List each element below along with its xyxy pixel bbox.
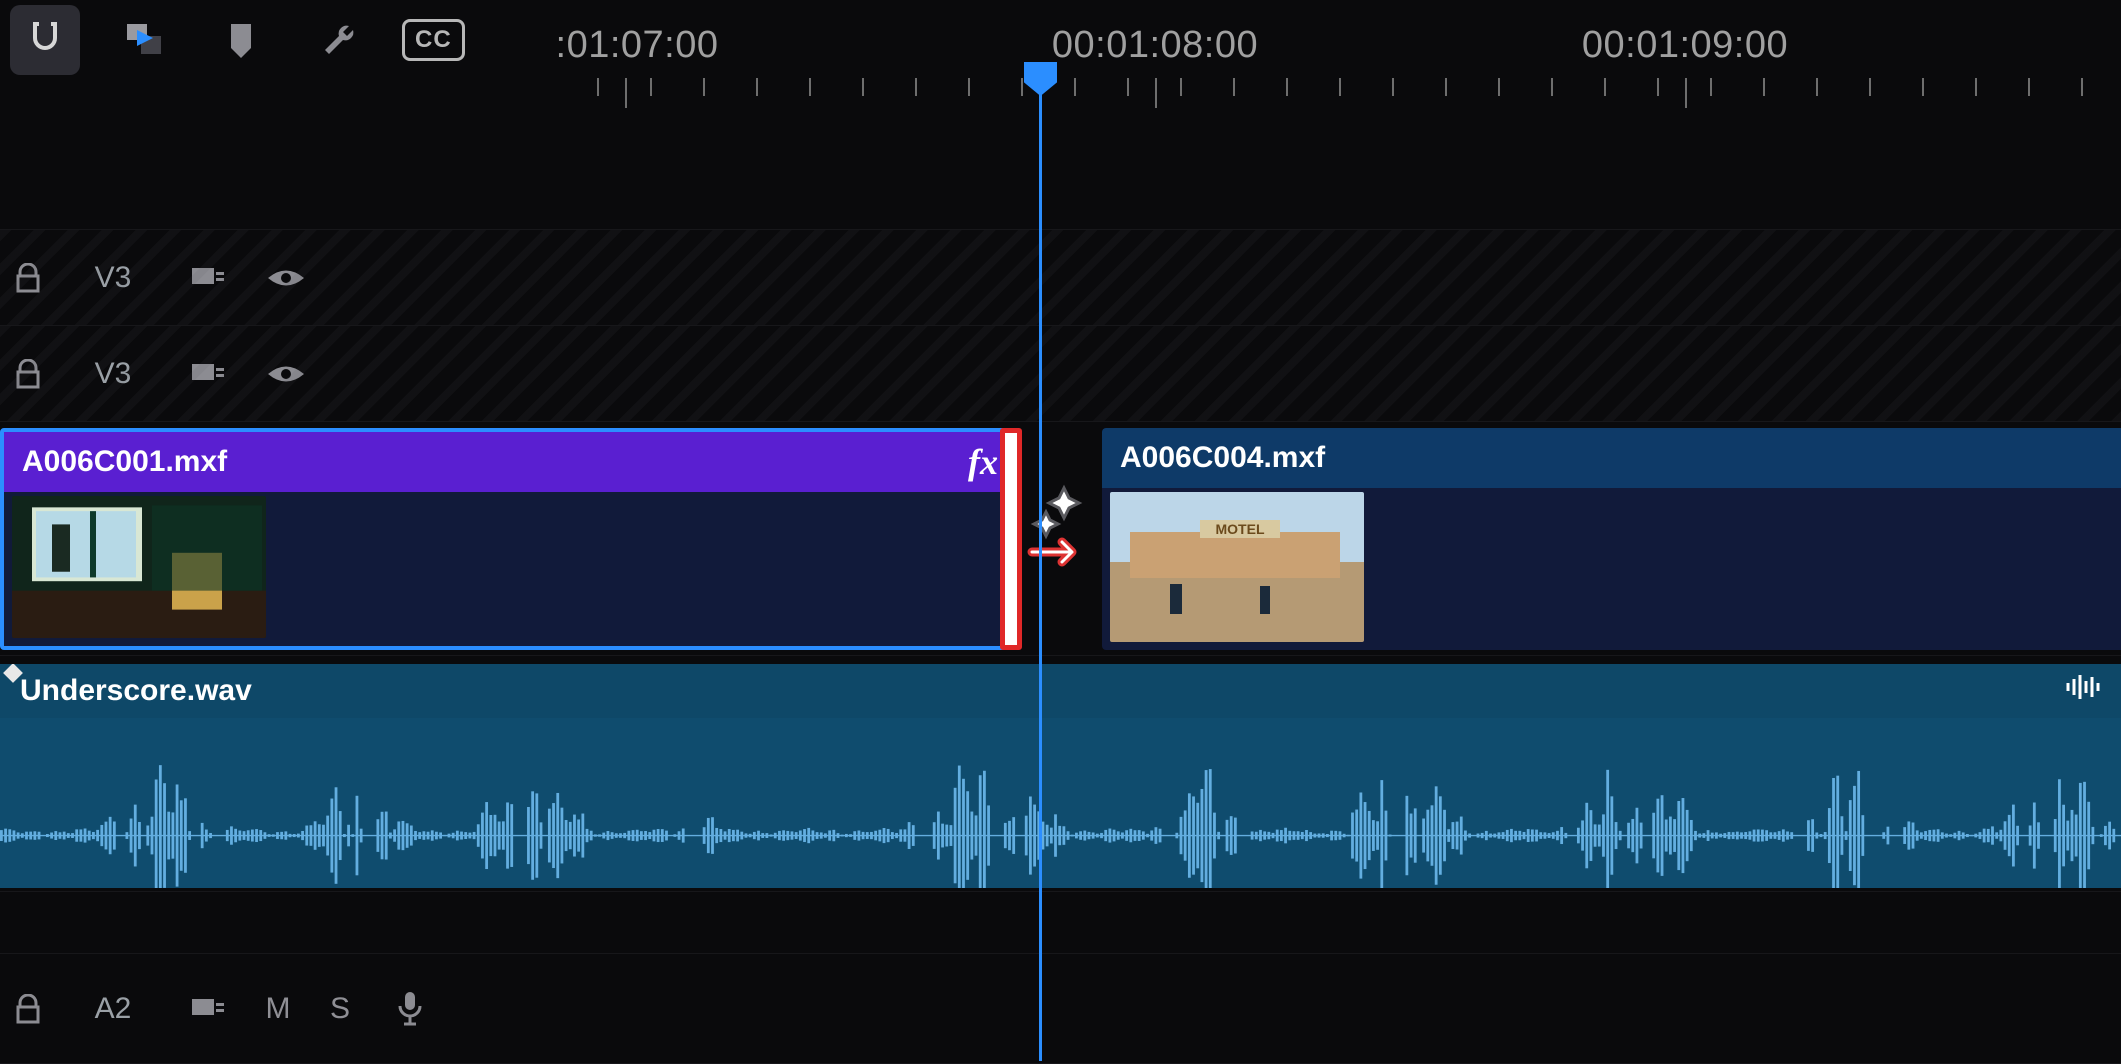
timeline-tracks: V3 V3	[0, 108, 2121, 1061]
track-v3b: V3	[0, 326, 2121, 422]
marker-icon	[221, 20, 261, 60]
svg-text:MOTEL: MOTEL	[1216, 521, 1265, 537]
video-clip-a006c004[interactable]: A006C004.mxf MOTEL	[1102, 428, 2121, 650]
linked-selection-toggle[interactable]	[108, 5, 178, 75]
magnet-icon	[25, 20, 65, 60]
timeline-toolbar: CC	[0, 0, 2121, 80]
track-content[interactable]	[0, 326, 2121, 422]
captions-button[interactable]: CC	[402, 5, 465, 75]
track-a1: A1 M S Underscore.wav	[0, 660, 2121, 892]
generative-extend-handle[interactable]	[1000, 428, 1022, 650]
snap-toggle[interactable]	[10, 5, 80, 75]
timeline-settings-button[interactable]	[304, 5, 374, 75]
track-content[interactable]	[0, 230, 2121, 326]
track-v1: V1 A006C001.mxf fx	[0, 422, 2121, 656]
audio-clip-underscore[interactable]: Underscore.wav	[0, 664, 2121, 888]
video-clip-a006c001[interactable]: A006C001.mxf fx	[0, 428, 1020, 650]
waveform-icon	[0, 724, 2121, 888]
track-content[interactable]: Underscore.wav	[0, 660, 2121, 892]
wrench-icon	[319, 20, 359, 60]
track-content[interactable]: A006C001.mxf fx	[0, 422, 2121, 656]
clip-name: Underscore.wav	[20, 674, 252, 708]
track-content[interactable]	[0, 954, 2121, 1064]
track-spacer	[0, 108, 2121, 230]
clip-name: A006C004.mxf	[1120, 441, 1325, 475]
audio-type-icon	[2065, 673, 2105, 709]
fx-badge-icon: fx	[968, 441, 998, 483]
track-a2: A2 M S	[0, 954, 2121, 1064]
track-spacer	[0, 892, 2121, 954]
clip-thumbnail: MOTEL	[1110, 492, 1364, 642]
clip-thumbnail	[12, 496, 266, 638]
generative-extend-badge-icon	[1024, 482, 1094, 572]
cc-icon: CC	[402, 19, 465, 61]
clip-name: A006C001.mxf	[22, 445, 227, 479]
linked-selection-icon	[123, 20, 163, 60]
track-v3a: V3	[0, 230, 2121, 326]
add-marker-button[interactable]	[206, 5, 276, 75]
